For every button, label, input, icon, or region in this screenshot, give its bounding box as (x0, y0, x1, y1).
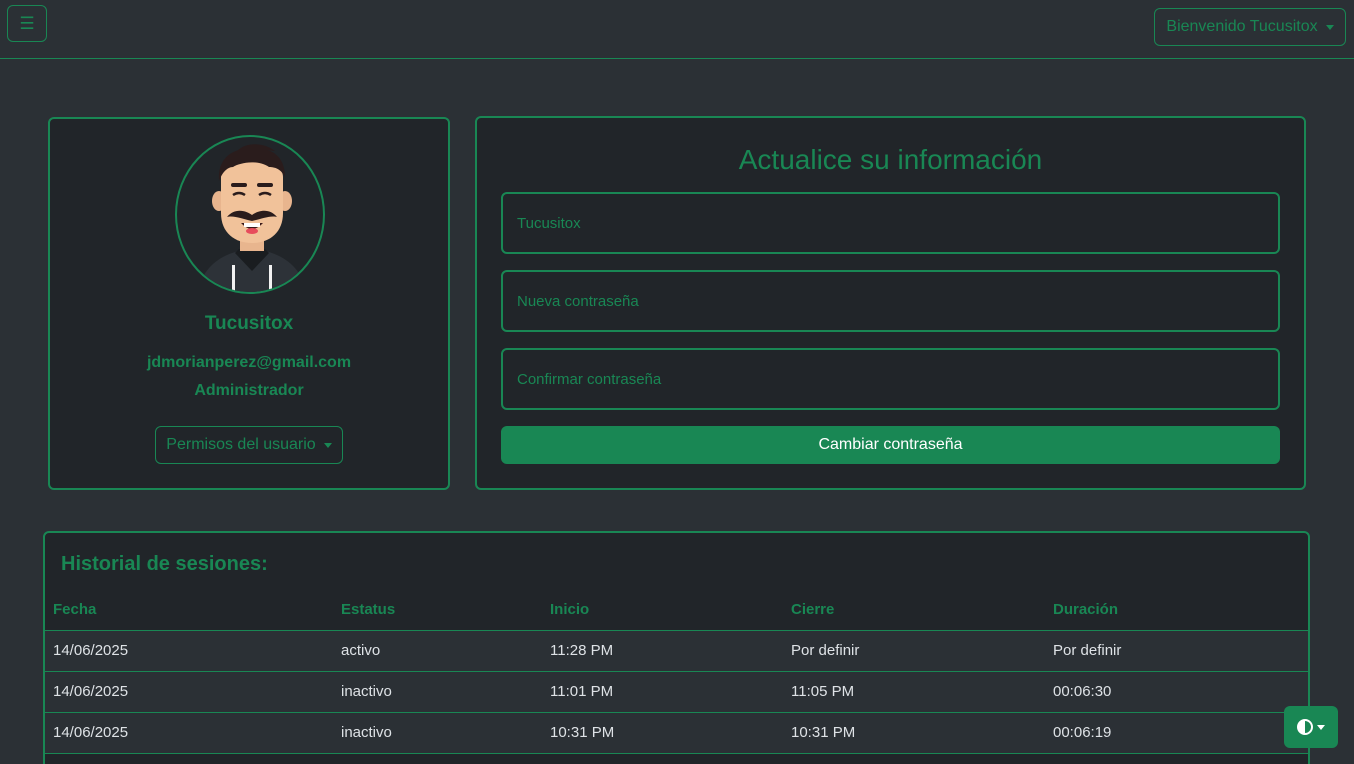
new-password-input[interactable] (501, 270, 1280, 332)
profile-card: Tucusitox jdmorianperez@gmail.com Admini… (48, 117, 450, 490)
column-header-fecha: Fecha (45, 589, 333, 631)
table-row: 14/06/2025 activo 11:28 PM Por definir P… (45, 630, 1308, 672)
menu-toggle-button[interactable]: ☰ (7, 5, 47, 42)
cell-estatus: inactivo (333, 712, 542, 754)
cell-estatus: activo (333, 630, 542, 672)
profile-name: Tucusitox (204, 313, 294, 334)
avatar (175, 135, 325, 294)
table-row: 14/06/2025 inactivo 11:01 PM 11:05 PM 00… (45, 671, 1308, 713)
top-navbar: ☰ Bienvenido Tucusitox (0, 0, 1354, 59)
theme-toggle-button[interactable] (1284, 706, 1338, 748)
permissions-label: Permisos del usuario (166, 436, 316, 453)
cell-duracion: Por definir (1045, 630, 1308, 672)
caret-down-icon (1325, 24, 1334, 30)
column-header-estatus: Estatus (333, 589, 542, 631)
table-row: 14/06/2025 inactivo 10:31 PM 10:31 PM 00… (45, 712, 1308, 754)
cell-fecha: 14/06/2025 (45, 712, 333, 754)
session-history-card: Historial de sesiones: Fecha Estatus Ini… (43, 531, 1310, 764)
update-title: Actualice su información (738, 144, 1043, 175)
column-header-duracion: Duración (1045, 589, 1308, 631)
cell-estatus: inactivo (333, 671, 542, 713)
cell-inicio: 11:28 PM (542, 630, 783, 672)
user-menu-dropdown[interactable]: Bienvenido Tucusitox (1154, 8, 1346, 46)
welcome-label: Bienvenido Tucusitox (1166, 18, 1318, 35)
cell-cierre: Por definir (783, 630, 1045, 672)
profile-email: jdmorianperez@gmail.com (146, 354, 352, 371)
column-header-cierre: Cierre (783, 589, 1045, 631)
confirm-password-input[interactable] (501, 348, 1280, 410)
cell-fecha: 14/06/2025 (45, 630, 333, 672)
update-info-card: Actualice su información Cambiar contras… (475, 116, 1306, 490)
permissions-dropdown[interactable]: Permisos del usuario (155, 426, 343, 464)
cell-duracion: 00:06:19 (1045, 712, 1308, 754)
history-title: Historial de sesiones: (61, 553, 268, 575)
cell-cierre: 10:31 PM (783, 712, 1045, 754)
contrast-icon (1297, 719, 1313, 735)
cell-cierre: 11:05 PM (783, 671, 1045, 713)
caret-down-icon (323, 442, 332, 448)
avatar-illustration (197, 144, 307, 292)
cell-duracion: 00:06:30 (1045, 671, 1308, 713)
username-input[interactable] (501, 192, 1280, 254)
profile-role: Administrador (194, 382, 304, 399)
table-header-row: Fecha Estatus Inicio Cierre Duración (45, 589, 1308, 631)
change-password-button[interactable]: Cambiar contraseña (501, 426, 1280, 464)
session-history-table: Fecha Estatus Inicio Cierre Duración 14/… (45, 589, 1308, 754)
column-header-inicio: Inicio (542, 589, 783, 631)
cell-inicio: 11:01 PM (542, 671, 783, 713)
caret-down-icon (1317, 724, 1325, 730)
cell-fecha: 14/06/2025 (45, 671, 333, 713)
cell-inicio: 10:31 PM (542, 712, 783, 754)
hamburger-icon: ☰ (19, 13, 35, 33)
